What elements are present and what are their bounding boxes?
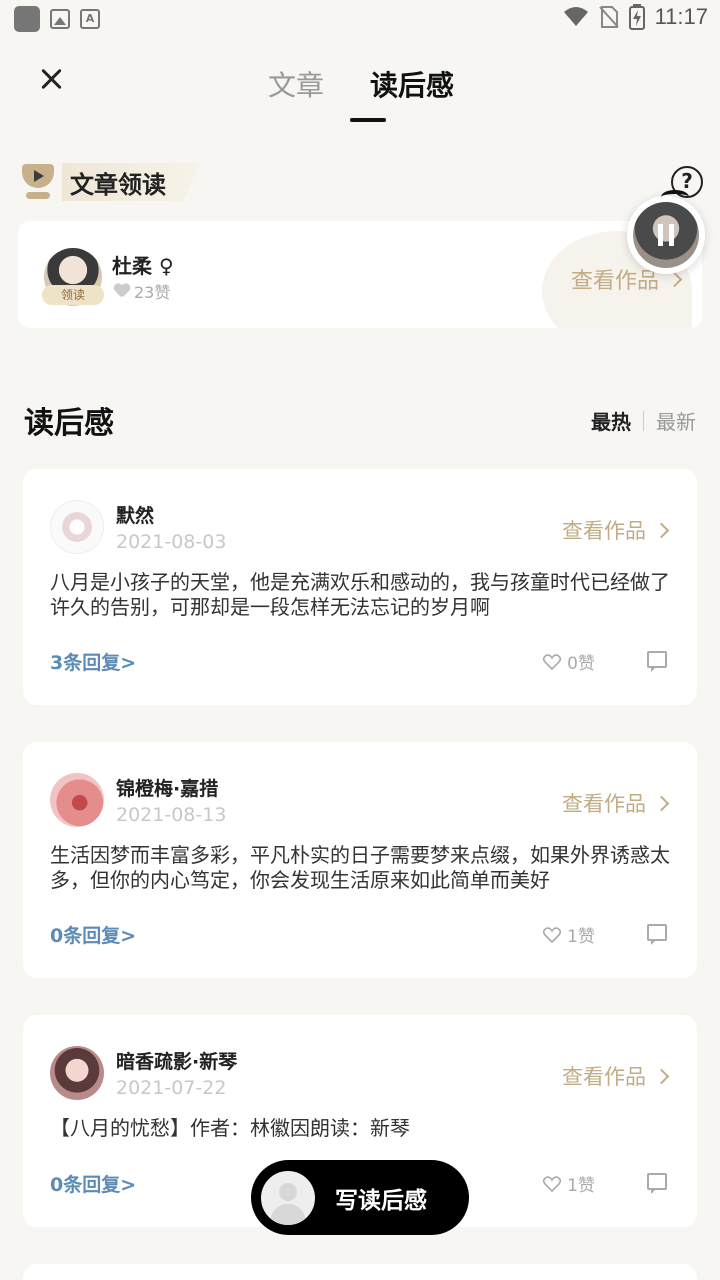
user-name: 锦橙梅·嘉措	[116, 778, 219, 800]
pause-icon[interactable]	[658, 224, 674, 246]
chevron-right-icon	[653, 522, 670, 538]
guide-title: 文章领读	[18, 162, 200, 202]
image-notification-icon	[50, 9, 70, 29]
chevron-right-icon	[653, 1068, 670, 1084]
view-works-link[interactable]: 查看作品	[562, 515, 670, 545]
reader-likes: 23赞	[114, 279, 170, 303]
comment-icon[interactable]	[647, 651, 667, 672]
user-name: 默然	[116, 505, 155, 527]
replies-link[interactable]: 0条回复>	[50, 1170, 136, 1197]
like-button[interactable]: 1赞	[543, 922, 595, 947]
comment-icon[interactable]	[647, 924, 667, 945]
app-notification-icon	[14, 6, 40, 32]
reader-name: 杜柔 ♀	[112, 254, 174, 278]
user-name: 暗香疏影·新琴	[116, 1051, 238, 1073]
reader-badge: 领读	[42, 285, 104, 305]
view-works-label: 查看作品	[562, 792, 646, 816]
wifi-icon	[563, 7, 588, 26]
comment-content: 八月是小孩子的天堂，他是充满欢乐和感动的，我与孩童时代已经做了许久的告别，可那却…	[50, 570, 670, 619]
comment-content: 【八月的忧愁】作者：林徽因朗读：新琴	[50, 1116, 410, 1140]
my-avatar	[261, 1170, 315, 1225]
heart-outline-icon	[543, 1175, 562, 1192]
write-review-button[interactable]: 写读后感	[251, 1160, 469, 1235]
close-button[interactable]	[36, 64, 66, 94]
tab-reading-notes[interactable]: 读后感	[350, 64, 454, 122]
like-count: 0赞	[567, 654, 595, 674]
view-works-label: 查看作品	[562, 1065, 646, 1089]
floating-audio-player[interactable]	[627, 190, 705, 274]
user-avatar[interactable]	[50, 1046, 104, 1100]
heart-outline-icon	[543, 653, 562, 670]
sort-tabs: 最热 最新	[591, 406, 696, 435]
like-count: 1赞	[567, 1176, 595, 1196]
guide-title-label: 文章领读	[62, 163, 200, 201]
tab-article[interactable]: 文章	[268, 64, 324, 104]
write-review-label: 写读后感	[335, 1187, 427, 1214]
heart-icon	[114, 284, 130, 298]
comment-date: 2021-08-13	[116, 804, 227, 826]
comment-card-partial	[23, 1264, 697, 1280]
comment-content: 生活因梦而丰富多彩，平凡朴实的日子需要梦来点缀，如果外界诱惑太多，但你的内心笃定…	[50, 843, 670, 892]
top-tabs: 文章 读后感	[268, 64, 454, 122]
comment-card[interactable]: 默然 2021-08-03 查看作品 八月是小孩子的天堂，他是充满欢乐和感动的，…	[23, 469, 697, 705]
no-sim-icon	[598, 6, 619, 28]
view-works-link[interactable]: 查看作品	[562, 1061, 670, 1091]
view-works-link[interactable]: 查看作品	[562, 788, 670, 818]
status-bar: A 11:17	[0, 0, 720, 36]
battery-charging-icon	[628, 4, 645, 30]
replies-link[interactable]: 0条回复>	[50, 921, 136, 948]
user-avatar[interactable]	[50, 773, 104, 827]
sort-hottest[interactable]: 最热	[591, 406, 631, 435]
comment-card[interactable]: 锦橙梅·嘉措 2021-08-13 查看作品 生活因梦而丰富多彩，平凡朴实的日子…	[23, 742, 697, 978]
like-button[interactable]: 1赞	[543, 1171, 595, 1196]
comment-date: 2021-07-22	[116, 1077, 227, 1099]
trophy-play-icon	[18, 162, 58, 202]
section-title: 读后感	[24, 406, 114, 441]
font-notification-icon: A	[80, 9, 100, 29]
view-works-label: 查看作品	[562, 519, 646, 543]
like-button[interactable]: 0赞	[543, 649, 595, 674]
comment-icon[interactable]	[647, 1173, 667, 1194]
sort-divider	[643, 410, 644, 431]
user-avatar[interactable]	[50, 500, 104, 554]
comment-date: 2021-08-03	[116, 531, 227, 553]
replies-link[interactable]: 3条回复>	[50, 648, 136, 675]
reader-like-count: 23赞	[134, 283, 171, 302]
heart-outline-icon	[543, 926, 562, 943]
guide-reader-card[interactable]: 领读 杜柔 ♀ 23赞 查看作品	[18, 221, 702, 328]
sort-newest[interactable]: 最新	[656, 406, 696, 435]
like-count: 1赞	[567, 927, 595, 947]
chevron-right-icon	[653, 795, 670, 811]
status-time: 11:17	[654, 4, 708, 29]
